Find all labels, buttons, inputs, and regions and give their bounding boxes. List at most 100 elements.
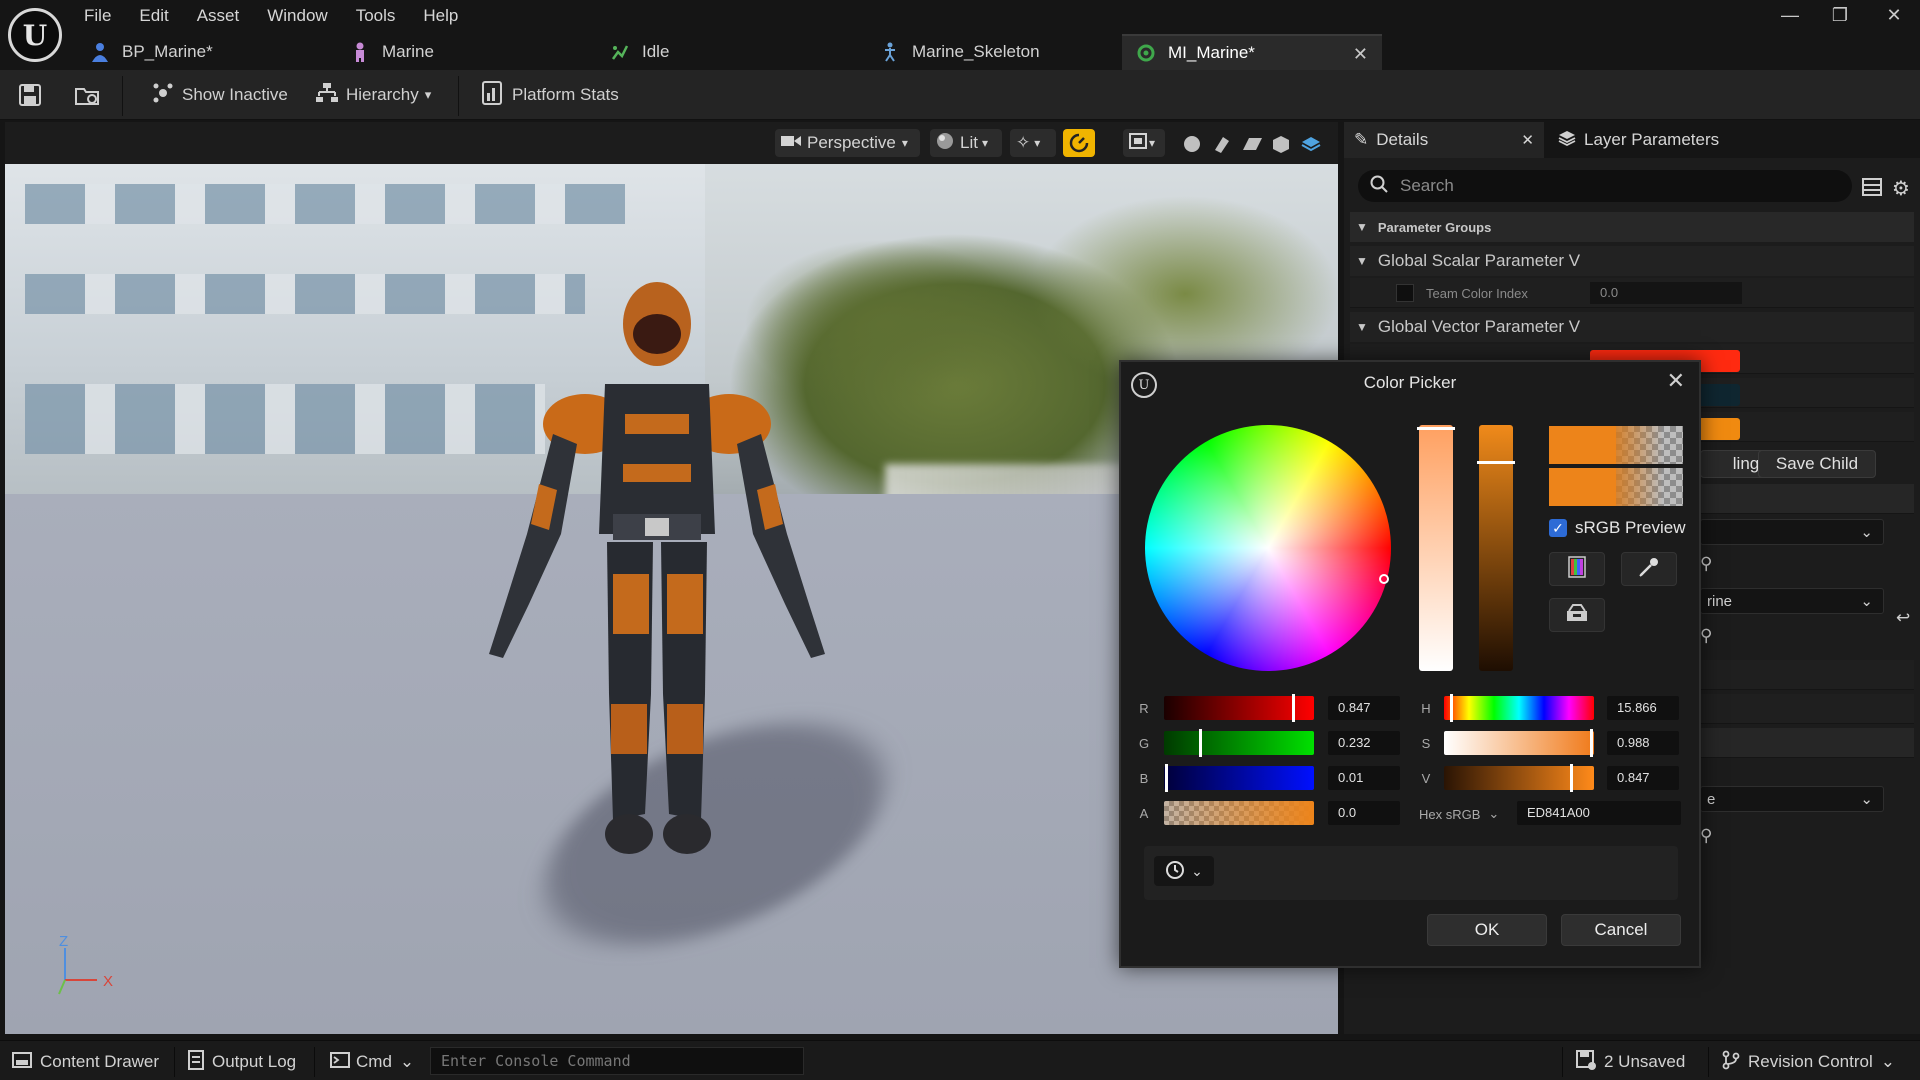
output-log-button[interactable]: Output Log [188,1049,296,1075]
close-window-button[interactable]: ✕ [1868,2,1920,28]
a-slider[interactable] [1164,801,1314,825]
menu-edit[interactable]: Edit [125,4,182,28]
tab-bp-marine[interactable]: BP_Marine* [76,34,336,70]
clock-icon [1165,860,1185,883]
a-value-field[interactable]: 0.0 [1328,801,1400,825]
saturation-bar-thumb[interactable] [1417,427,1455,430]
value-bar[interactable] [1477,425,1515,671]
maximize-button[interactable]: ❐ [1814,2,1866,28]
a-label: A [1139,806,1149,821]
history-dropdown[interactable]: ⌄ [1154,856,1214,886]
color-themes-button[interactable] [1549,552,1605,586]
r-slider[interactable] [1164,694,1314,722]
hex-value-field[interactable]: ED841A00 [1517,801,1681,825]
r-value-field[interactable]: 0.847 [1328,696,1400,720]
preview-mesh-icon[interactable] [1301,134,1321,159]
saturation-bar[interactable] [1417,425,1455,671]
v-slider[interactable] [1444,764,1594,792]
s-slider[interactable] [1444,729,1594,757]
r-slider-thumb[interactable] [1292,694,1295,722]
save-icon[interactable] [18,80,42,110]
content-drawer-button[interactable]: Content Drawer [12,1049,159,1075]
tab-details[interactable]: ✎ Details ✕ [1344,122,1544,158]
chevron-down-icon: ▾ [1149,136,1156,150]
status-bar: Content Drawer Output Log Cmd ⌄ Enter Co… [0,1040,1920,1080]
platform-stats-button[interactable]: Platform Stats [482,80,619,110]
parameter-groups-header[interactable]: ▼ Parameter Groups [1350,212,1914,242]
g-value-field[interactable]: 0.232 [1328,731,1400,755]
close-icon[interactable]: ✕ [1667,368,1685,394]
color-themes-icon [1567,555,1587,583]
unsaved-button[interactable]: 2 Unsaved [1576,1049,1685,1075]
browse-asset-icon[interactable]: ⚲ [1700,554,1712,574]
team-color-index-field[interactable]: 0.0 [1590,282,1742,304]
color-wheel[interactable] [1145,425,1391,671]
s-value-field[interactable]: 0.988 [1607,731,1679,755]
override-checkbox[interactable] [1396,284,1414,302]
hierarchy-button[interactable]: Hierarchy ▾ [316,80,431,110]
menu-help[interactable]: Help [409,4,472,28]
cmd-dropdown[interactable]: Cmd ⌄ [330,1049,414,1075]
g-slider-thumb[interactable] [1199,729,1202,757]
console-input[interactable]: Enter Console Command [430,1047,804,1075]
preview-plane-icon[interactable] [1241,134,1263,159]
menu-asset[interactable]: Asset [183,4,254,28]
v-value-field[interactable]: 0.847 [1607,766,1679,790]
combo-1[interactable]: ⌄ [1700,519,1884,545]
global-vector-header[interactable]: ▼ Global Vector Parameter V [1350,312,1914,342]
reset-arrow-icon[interactable]: ↩ [1896,608,1910,628]
revision-control-button[interactable]: Revision Control ⌄ [1722,1049,1895,1075]
color-library-button[interactable] [1549,598,1605,632]
ok-button[interactable]: OK [1427,914,1547,946]
menu-tools[interactable]: Tools [342,4,410,28]
content-drawer-icon [12,1051,32,1074]
table-view-icon[interactable] [1862,178,1882,201]
browse-asset-icon[interactable]: ⚲ [1700,626,1712,646]
h-slider-thumb[interactable] [1450,694,1453,722]
combo-3[interactable]: e ⌄ [1700,786,1884,812]
menu-window[interactable]: Window [253,4,341,28]
tab-idle[interactable]: Idle [596,34,866,70]
combo-2[interactable]: rine ⌄ [1700,588,1884,614]
perspective-dropdown[interactable]: Perspective ▾ [775,129,920,157]
unreal-logo-icon[interactable]: U [8,8,62,62]
b-value-field[interactable]: 0.01 [1328,766,1400,790]
b-slider-thumb[interactable] [1165,764,1168,792]
tab-marine-skeleton[interactable]: Marine_Skeleton [866,34,1122,70]
save-child-button[interactable]: Save Child [1758,450,1876,478]
tab-mi-marine[interactable]: MI_Marine* ✕ [1122,34,1382,70]
tab-marine[interactable]: Marine [336,34,596,70]
preview-cube-icon[interactable] [1271,134,1291,159]
b-slider[interactable] [1164,764,1314,792]
details-search-input[interactable]: Search [1358,170,1852,202]
color-wheel-marker[interactable] [1379,574,1389,584]
srgb-preview-checkbox[interactable]: ✓ sRGB Preview [1549,518,1686,538]
g-slider[interactable] [1164,729,1314,757]
h-value-field[interactable]: 15.866 [1607,696,1679,720]
v-slider-thumb[interactable] [1570,764,1573,792]
global-scalar-header[interactable]: ▼ Global Scalar Parameter V [1350,246,1914,276]
close-icon[interactable]: ✕ [1521,131,1534,149]
preview-cylinder-icon[interactable] [1211,134,1231,159]
tab-layer-parameters[interactable]: Layer Parameters [1548,122,1748,158]
viewport-options-dropdown[interactable]: ▾ [1123,129,1165,157]
browse-asset-icon[interactable]: ⚲ [1700,826,1712,846]
eyedropper-button[interactable] [1621,552,1677,586]
realtime-toggle-icon[interactable] [1063,129,1095,157]
menu-file[interactable]: File [70,4,125,28]
settings-gear-icon[interactable]: ⚙ [1892,176,1910,201]
hex-srgb-dropdown[interactable]: Hex sRGB ⌄ [1419,806,1499,822]
show-inactive-button[interactable]: Show Inactive [152,80,288,110]
show-flags-dropdown[interactable]: ✧ ▾ [1010,129,1056,157]
marine-character[interactable] [445,274,885,974]
s-slider-thumb[interactable] [1590,729,1593,757]
h-slider[interactable] [1444,694,1594,722]
browse-asset-icon[interactable] [74,80,102,110]
lit-dropdown[interactable]: Lit ▾ [930,129,1002,157]
minimize-button[interactable]: — [1764,2,1816,28]
close-icon[interactable]: ✕ [1353,44,1368,65]
preview-sphere-icon[interactable] [1182,134,1202,159]
sphere-icon [936,132,954,155]
cancel-button[interactable]: Cancel [1561,914,1681,946]
value-bar-thumb[interactable] [1477,461,1515,464]
